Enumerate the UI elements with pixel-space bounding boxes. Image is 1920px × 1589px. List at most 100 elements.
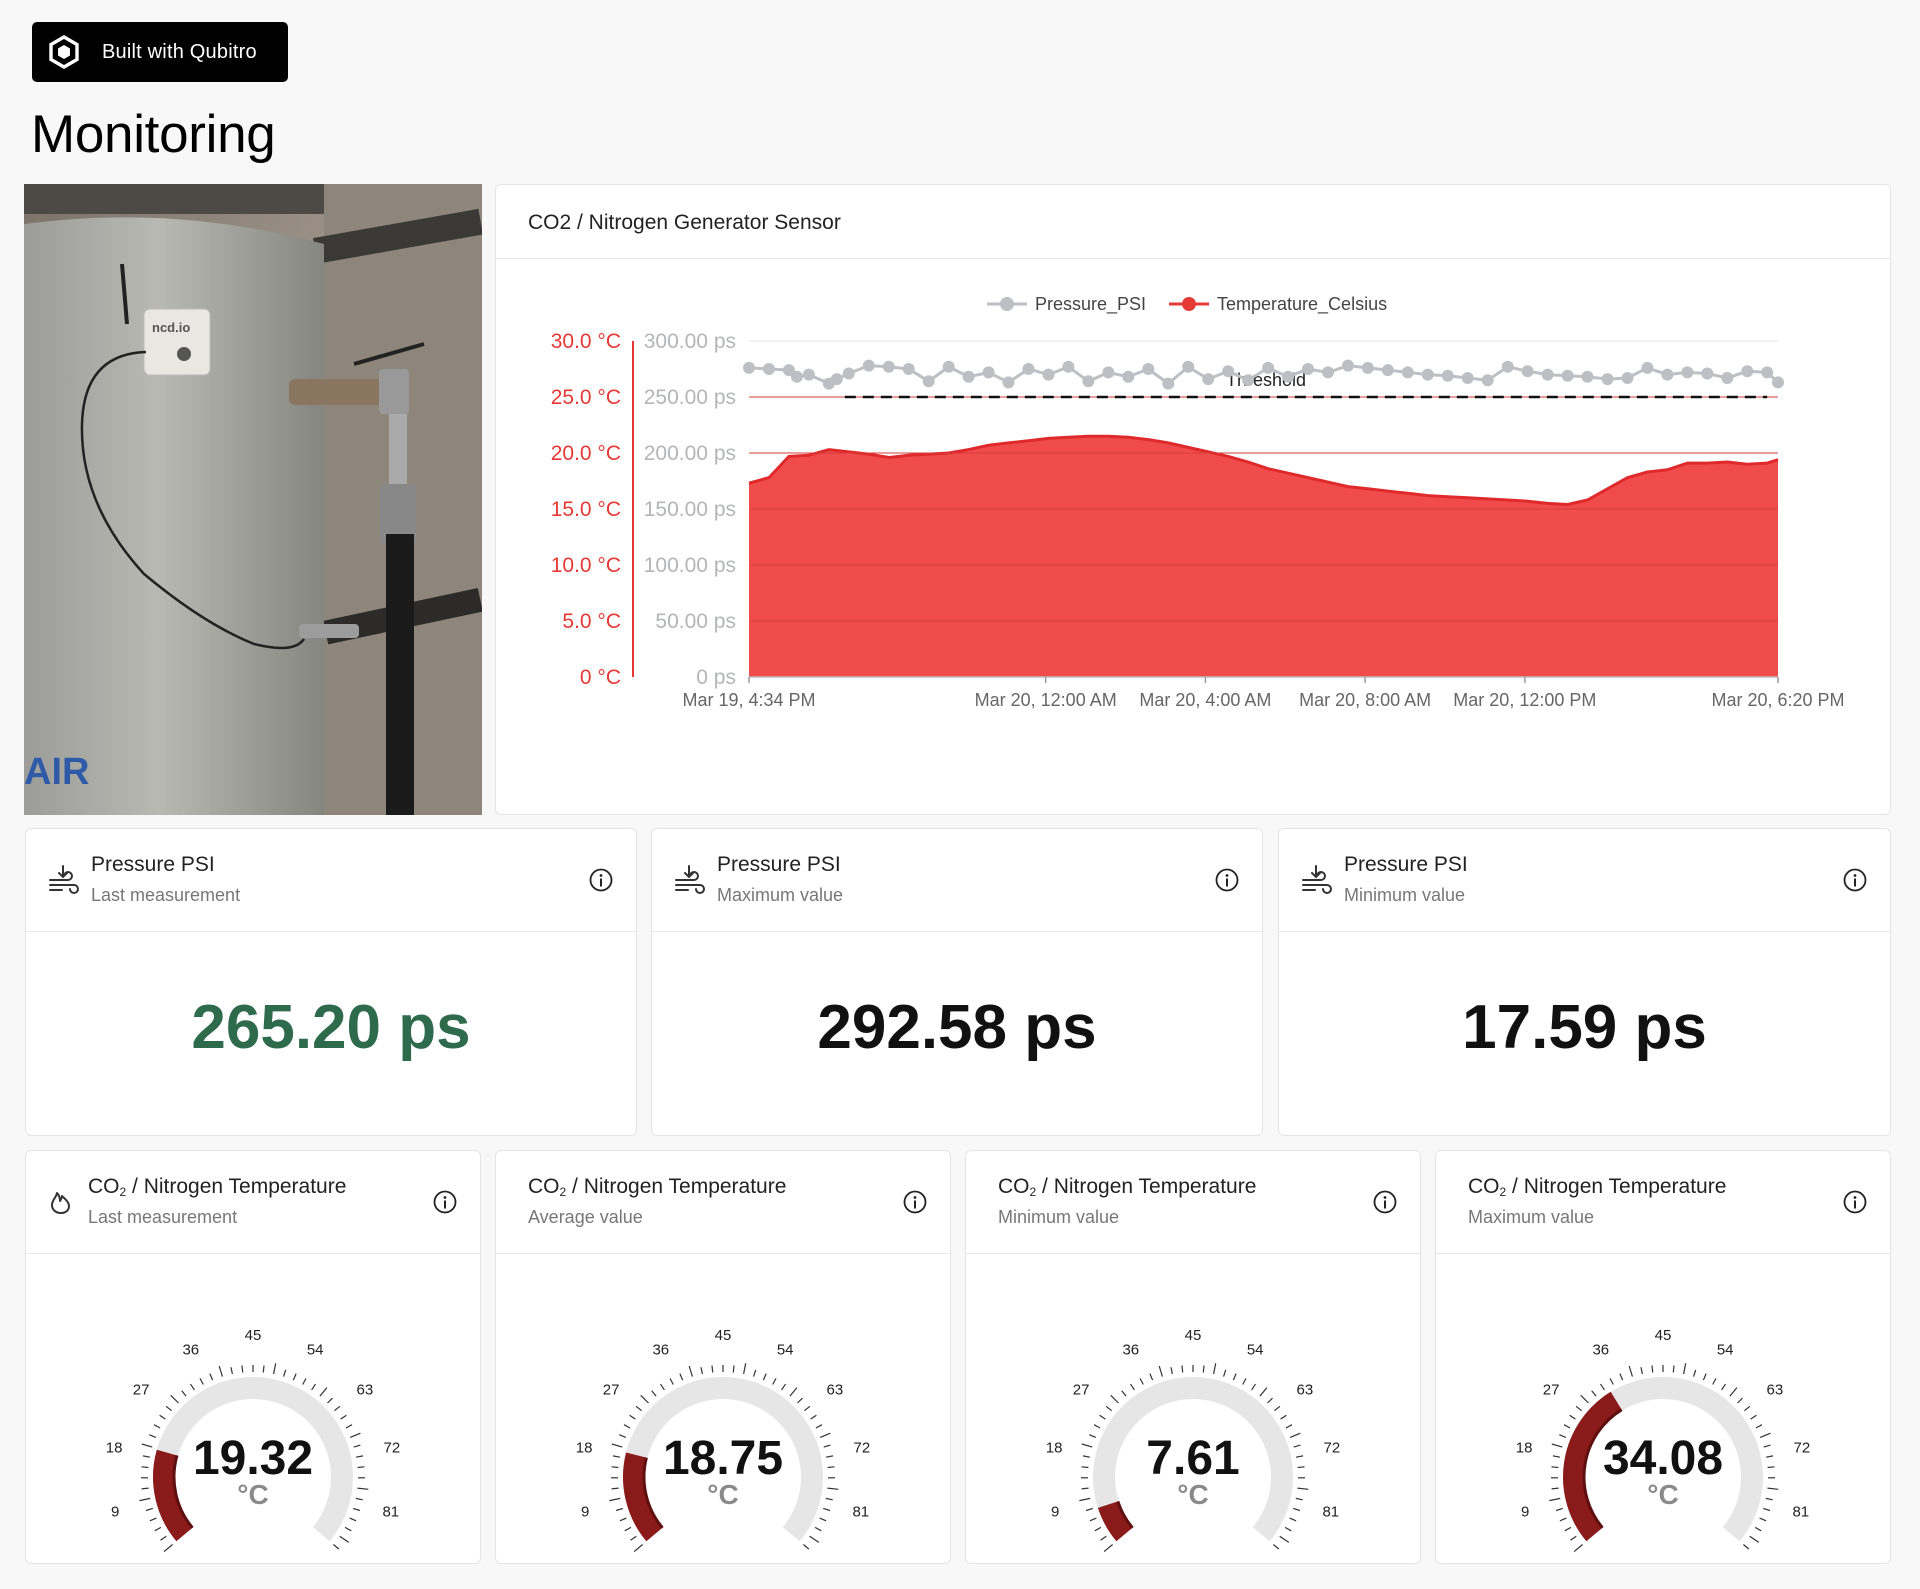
pressure-point [1182,360,1195,373]
gauge-tick-label: 18 [1046,1440,1063,1457]
gauge-tick [311,1383,316,1391]
gauge-tick [1672,1365,1675,1373]
gauge-tick [1081,1487,1089,1490]
pressure-point [862,359,875,372]
info-icon[interactable] [1842,1189,1868,1215]
gauge-tick [823,1507,831,1512]
gauge-tick [1555,1507,1563,1512]
gauge-tick [153,1424,161,1429]
gauge-tick [1569,1414,1576,1420]
legend-label-1: Temperature_Celsius [1217,294,1387,315]
card-title: CO2 / Nitrogen Temperature [88,1175,347,1199]
gauge-tick [349,1517,357,1522]
gauge-tick [159,1414,166,1420]
gauge-tick-label: 81 [852,1503,869,1520]
gauge-card-header: CO2 / Nitrogen Temperature Last measurem… [26,1151,480,1254]
gauge-tick-label: 63 [827,1382,844,1399]
gauge-tick [1683,1363,1687,1375]
page-title: Monitoring [31,105,276,164]
gauge-tick [1743,1544,1750,1550]
gauge-tick [611,1466,619,1469]
pressure-point [743,361,755,374]
info-icon[interactable] [1372,1189,1398,1215]
pressure-point [1082,375,1095,388]
pressure-point [830,373,843,386]
y-right-tick-label: 300.00 ps [644,330,736,353]
pressure-point [1441,369,1454,382]
gauge-tick [630,1535,637,1541]
gauge-tick [669,1378,674,1385]
gauge-tick [1158,1365,1163,1377]
gauge-tick [762,1373,767,1381]
pressure-point [1282,370,1295,383]
gauge-tick [1551,1466,1559,1469]
gauge-tick-label: 27 [1543,1382,1560,1399]
pressure-point [922,375,935,388]
gauge-tick [1289,1517,1297,1522]
gauge-card-header: CO2 / Nitrogen Temperature Average value [496,1151,950,1254]
pressure-point [1302,363,1314,375]
gauge-tick [635,1405,642,1412]
y-left-tick-label: 30.0 °C [551,330,621,353]
gauge-tick [1149,1373,1154,1381]
gauge-tick [781,1383,786,1391]
y-right-tick-label: 200.00 ps [644,442,736,465]
gauge-tick [803,1544,810,1550]
pressure-point [1581,370,1594,383]
temperature-gauge: 0918273645546372819018.75°C [576,1327,870,1553]
gauge-tick [1564,1526,1572,1532]
y-right-tick-label: 0 ps [696,666,736,689]
pressure-last-card: Pressure PSI Last measurement 265.20 ps [25,828,637,1136]
pressure-point [1262,361,1275,374]
qubitro-logo-icon [49,35,79,69]
stat-card-header: Pressure PSI Minimum value [1279,829,1890,932]
gauge-tick [357,1466,365,1469]
gauge-tick [283,1369,287,1377]
pressure-point [962,370,975,383]
pressure-point [1202,373,1215,386]
temperature-max-card: CO2 / Nitrogen Temperature Maximum value… [1435,1150,1891,1564]
gauge-tick [181,1390,187,1397]
gauge-tick-label: 45 [245,1327,262,1344]
gauge-tick [789,1387,798,1397]
gauge-tick [1251,1383,1256,1391]
gauge-tick [1580,1394,1589,1404]
info-icon[interactable] [1842,867,1868,893]
info-icon[interactable] [432,1189,458,1215]
card-subtitle: Minimum value [998,1207,1120,1227]
pressure-point [1342,359,1354,372]
gauge-tick [1551,1443,1563,1448]
x-tick-label: Mar 20, 12:00 PM [1453,690,1596,710]
stat-card-header: Pressure PSI Maximum value [652,829,1262,932]
built-with-qubitro-badge[interactable]: Built with Qubitro [32,22,288,82]
temperature-gauge: 0918273645546372819034.08°C [1516,1327,1810,1553]
gauge-tick [611,1487,619,1490]
gauge-tick [1094,1526,1102,1532]
gauge-tick [1289,1432,1301,1438]
gauge-tick [319,1387,328,1397]
gauge-tick-label: 36 [1122,1341,1139,1358]
card-subtitle: Average value [528,1207,643,1227]
legend-label-0: Pressure_PSI [1035,294,1146,315]
pressure-point [790,370,803,383]
pressure-point [1772,376,1784,389]
gauge-tick-label: 81 [382,1503,399,1520]
pressure-point [1661,368,1674,381]
gauge-tick [141,1443,153,1448]
pressure-point [1501,360,1514,373]
info-icon[interactable] [902,1189,928,1215]
gauge-tick [190,1383,195,1391]
pressure-point [1741,365,1754,378]
gauge-tick [1079,1497,1091,1502]
pressure-point [1022,363,1035,375]
gauge-tick [1749,1535,1760,1543]
gauge-tick [344,1526,352,1532]
pressure-point [1541,368,1554,381]
info-icon[interactable] [1214,867,1240,893]
pressure-point [763,363,775,375]
pressure-point [1721,372,1734,384]
gauge-tick [611,1443,623,1448]
temperature-area [749,436,1778,677]
info-icon[interactable] [588,867,614,893]
gauge-tick [327,1397,333,1404]
